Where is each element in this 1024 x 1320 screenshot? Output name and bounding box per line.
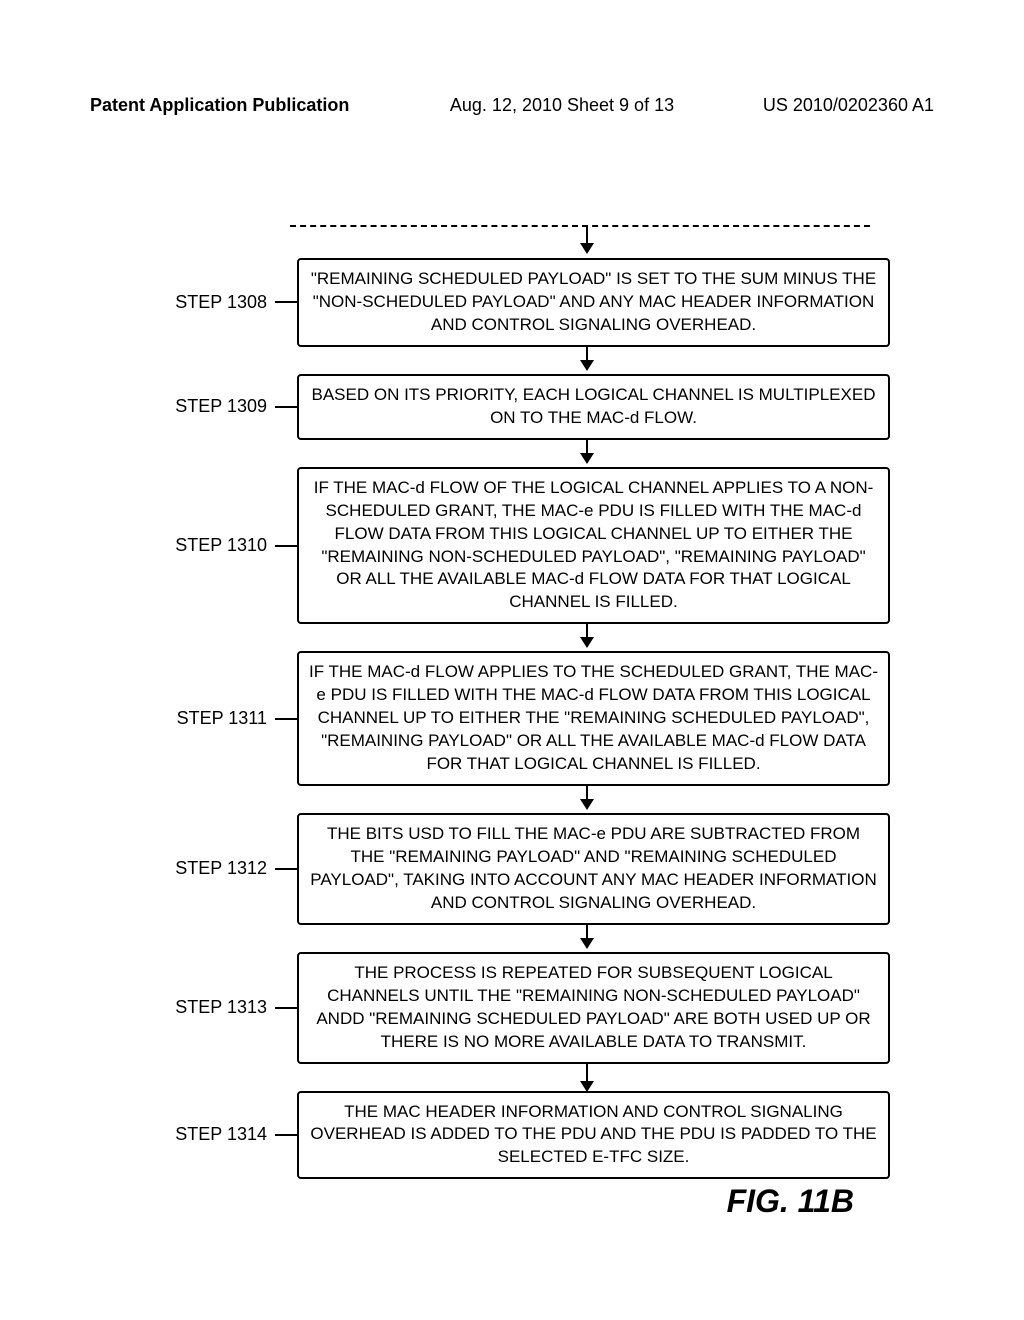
connector-line xyxy=(275,718,297,720)
arrow-line xyxy=(586,925,588,939)
arrow-line xyxy=(586,227,588,244)
flowchart-step: STEP 1311 IF THE MAC-d FLOW APPLIES TO T… xyxy=(140,651,890,786)
step-label: STEP 1313 xyxy=(140,997,275,1018)
flowchart-step: STEP 1309 BASED ON ITS PRIORITY, EACH LO… xyxy=(140,374,890,440)
flow-arrow xyxy=(297,440,877,464)
step-box: BASED ON ITS PRIORITY, EACH LOGICAL CHAN… xyxy=(297,374,890,440)
step-box: IF THE MAC-d FLOW OF THE LOGICAL CHANNEL… xyxy=(297,467,890,625)
step-label: STEP 1314 xyxy=(140,1124,275,1145)
flowchart-step: STEP 1314 THE MAC HEADER INFORMATION AND… xyxy=(140,1091,890,1180)
header-right: US 2010/0202360 A1 xyxy=(734,95,934,116)
flow-arrow xyxy=(297,624,877,648)
flow-arrow xyxy=(297,347,877,371)
connector-line xyxy=(275,301,297,303)
flow-arrow xyxy=(297,925,877,949)
arrow-line xyxy=(586,440,588,454)
step-box: IF THE MAC-d FLOW APPLIES TO THE SCHEDUL… xyxy=(297,651,890,786)
flowchart-step: STEP 1312 THE BITS USD TO FILL THE MAC-e… xyxy=(140,813,890,925)
figure-label: FIG. 11B xyxy=(727,1183,854,1220)
connector-line xyxy=(275,545,297,547)
step-box: "REMAINING SCHEDULED PAYLOAD" IS SET TO … xyxy=(297,258,890,347)
step-label: STEP 1308 xyxy=(140,292,275,313)
arrow-line xyxy=(586,624,588,638)
page-header: Patent Application Publication Aug. 12, … xyxy=(0,95,1024,116)
step-label: STEP 1309 xyxy=(140,396,275,417)
step-box: THE BITS USD TO FILL THE MAC-e PDU ARE S… xyxy=(297,813,890,925)
flow-arrow xyxy=(297,227,877,255)
connector-line xyxy=(275,1134,297,1136)
flow-arrow xyxy=(297,786,877,810)
connector-line xyxy=(275,868,297,870)
arrow-line xyxy=(586,347,588,361)
flowchart-step: STEP 1313 THE PROCESS IS REPEATED FOR SU… xyxy=(140,952,890,1064)
arrow-head-icon xyxy=(580,1081,594,1092)
header-left: Patent Application Publication xyxy=(90,95,390,116)
flow-arrow xyxy=(297,1064,877,1088)
step-box: THE PROCESS IS REPEATED FOR SUBSEQUENT L… xyxy=(297,952,890,1064)
header-center: Aug. 12, 2010 Sheet 9 of 13 xyxy=(390,95,734,116)
arrow-line xyxy=(586,1064,588,1082)
flowchart-container: STEP 1308 "REMAINING SCHEDULED PAYLOAD" … xyxy=(140,225,890,1179)
step-label: STEP 1311 xyxy=(140,708,275,729)
arrow-head-icon xyxy=(580,360,594,371)
step-label: STEP 1310 xyxy=(140,535,275,556)
step-box: THE MAC HEADER INFORMATION AND CONTROL S… xyxy=(297,1091,890,1180)
arrow-head-icon xyxy=(580,799,594,810)
arrow-head-icon xyxy=(580,938,594,949)
connector-line xyxy=(275,406,297,408)
arrow-head-icon xyxy=(580,637,594,648)
flowchart-step: STEP 1308 "REMAINING SCHEDULED PAYLOAD" … xyxy=(140,258,890,347)
arrow-head-icon xyxy=(580,453,594,464)
connector-line xyxy=(275,1007,297,1009)
arrow-line xyxy=(586,786,588,800)
step-label: STEP 1312 xyxy=(140,858,275,879)
flowchart-step: STEP 1310 IF THE MAC-d FLOW OF THE LOGIC… xyxy=(140,467,890,625)
arrow-head-icon xyxy=(580,243,594,254)
